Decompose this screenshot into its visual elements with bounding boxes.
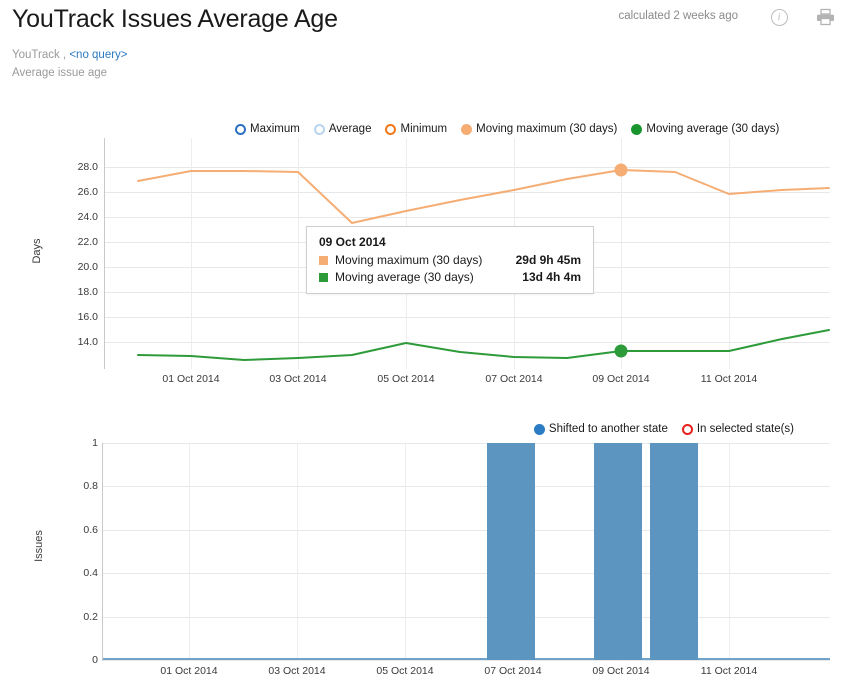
vgridline bbox=[297, 443, 298, 661]
legend-item-in-selected-states[interactable]: In selected state(s) bbox=[682, 424, 794, 436]
y-tick: 28.0 bbox=[58, 161, 98, 173]
y-tick: 20.0 bbox=[58, 261, 98, 273]
y-tick: 0.4 bbox=[58, 567, 98, 579]
breadcrumb: YouTrack , <no query> bbox=[12, 49, 128, 61]
page-header: YouTrack Issues Average Age calculated 2… bbox=[0, 0, 850, 45]
x-tick: 11 Oct 2014 bbox=[701, 665, 757, 677]
x-tick: 05 Oct 2014 bbox=[377, 373, 434, 385]
tooltip-date: 09 Oct 2014 bbox=[319, 235, 581, 249]
x-tick: 01 Oct 2014 bbox=[160, 665, 217, 677]
legend-label-in-selected: In selected state(s) bbox=[697, 424, 794, 436]
legend-label-moving-maximum: Moving maximum (30 days) bbox=[476, 124, 617, 136]
y-tick: 0.8 bbox=[58, 480, 98, 492]
line-chart-legend: Maximum Average Minimum Moving maximum (… bbox=[235, 124, 779, 136]
calculated-timestamp: calculated 2 weeks ago bbox=[618, 10, 738, 22]
tooltip-value: 29d 9h 45m bbox=[502, 253, 581, 267]
series-moving-maximum-line bbox=[138, 170, 829, 223]
average-age-line-chart: Maximum Average Minimum Moving maximum (… bbox=[0, 118, 850, 393]
report-page: YouTrack Issues Average Age calculated 2… bbox=[0, 0, 850, 700]
legend-label-minimum: Minimum bbox=[400, 124, 447, 136]
x-tick: 09 Oct 2014 bbox=[592, 665, 649, 677]
line-chart-x-axis: 01 Oct 2014 03 Oct 2014 05 Oct 2014 07 O… bbox=[105, 373, 830, 389]
legend-item-minimum[interactable]: Minimum bbox=[385, 124, 447, 136]
legend-marker-maximum-icon bbox=[235, 124, 246, 135]
vgridline bbox=[729, 443, 730, 661]
line-chart-plot-area: 09 Oct 2014 Moving maximum (30 days) 29d… bbox=[105, 138, 830, 369]
tooltip-value: 13d 4h 4m bbox=[508, 270, 581, 284]
printer-icon-glyph bbox=[816, 8, 835, 26]
tooltip-row: Moving maximum (30 days) 29d 9h 45m bbox=[319, 253, 581, 267]
gridline bbox=[103, 530, 830, 531]
bar-chart-plot-area bbox=[103, 443, 830, 661]
report-description: Average issue age bbox=[12, 67, 107, 79]
legend-item-average[interactable]: Average bbox=[314, 124, 372, 136]
series-moving-average-line bbox=[138, 330, 829, 360]
info-icon[interactable]: i bbox=[768, 6, 790, 28]
legend-marker-moving-maximum-icon bbox=[461, 124, 472, 135]
y-tick: 0 bbox=[58, 654, 98, 666]
bar[interactable] bbox=[487, 443, 535, 660]
bar[interactable] bbox=[650, 443, 698, 660]
chart-tooltip: 09 Oct 2014 Moving maximum (30 days) 29d… bbox=[306, 226, 594, 294]
legend-item-moving-average[interactable]: Moving average (30 days) bbox=[631, 124, 779, 136]
legend-marker-average-icon bbox=[314, 124, 325, 135]
x-tick: 03 Oct 2014 bbox=[269, 373, 326, 385]
y-tick: 0.2 bbox=[58, 611, 98, 623]
y-tick: 0.6 bbox=[58, 524, 98, 536]
y-tick: 26.0 bbox=[58, 186, 98, 198]
highlight-marker-moving-maximum[interactable] bbox=[615, 164, 628, 177]
x-tick: 09 Oct 2014 bbox=[592, 373, 649, 385]
legend-marker-shifted-icon bbox=[534, 424, 545, 435]
gridline bbox=[103, 486, 830, 487]
bar[interactable] bbox=[594, 443, 642, 660]
x-tick: 05 Oct 2014 bbox=[376, 665, 433, 677]
x-tick: 07 Oct 2014 bbox=[485, 373, 542, 385]
legend-label-shifted: Shifted to another state bbox=[549, 424, 668, 436]
bar-chart-legend: Shifted to another state In selected sta… bbox=[534, 424, 794, 436]
legend-label-maximum: Maximum bbox=[250, 124, 300, 136]
vgridline bbox=[189, 443, 190, 661]
vgridline bbox=[405, 443, 406, 661]
y-tick: 24.0 bbox=[58, 211, 98, 223]
tooltip-swatch-moving-maximum-icon bbox=[319, 256, 328, 265]
gridline bbox=[103, 573, 830, 574]
gridline bbox=[103, 443, 830, 444]
x-tick: 03 Oct 2014 bbox=[268, 665, 325, 677]
tooltip-label: Moving average (30 days) bbox=[335, 270, 474, 284]
y-tick: 16.0 bbox=[58, 311, 98, 323]
legend-marker-in-selected-icon bbox=[682, 424, 693, 435]
gridline bbox=[103, 617, 830, 618]
baseline-series bbox=[103, 658, 830, 660]
x-tick: 11 Oct 2014 bbox=[701, 373, 757, 385]
y-tick: 22.0 bbox=[58, 236, 98, 248]
line-chart-y-axis-title: Days bbox=[31, 211, 43, 291]
legend-item-maximum[interactable]: Maximum bbox=[235, 124, 300, 136]
tooltip-swatch-moving-average-icon bbox=[319, 273, 328, 282]
legend-marker-moving-average-icon bbox=[631, 124, 642, 135]
legend-marker-minimum-icon bbox=[385, 124, 396, 135]
x-tick: 07 Oct 2014 bbox=[484, 665, 541, 677]
issues-bar-chart: Shifted to another state In selected sta… bbox=[0, 420, 850, 700]
bar-chart-y-axis: 1 0.8 0.6 0.4 0.2 0 bbox=[58, 420, 98, 700]
legend-label-moving-average: Moving average (30 days) bbox=[646, 124, 779, 136]
bar-chart-x-axis: 01 Oct 2014 03 Oct 2014 05 Oct 2014 07 O… bbox=[103, 665, 830, 681]
line-chart-y-axis: 28.0 26.0 24.0 22.0 20.0 18.0 16.0 14.0 bbox=[58, 118, 98, 393]
page-title: YouTrack Issues Average Age bbox=[12, 5, 338, 34]
x-tick: 01 Oct 2014 bbox=[162, 373, 219, 385]
breadcrumb-source: YouTrack , bbox=[12, 49, 66, 61]
legend-label-average: Average bbox=[329, 124, 372, 136]
y-tick: 14.0 bbox=[58, 336, 98, 348]
legend-item-moving-maximum[interactable]: Moving maximum (30 days) bbox=[461, 124, 617, 136]
tooltip-row: Moving average (30 days) 13d 4h 4m bbox=[319, 270, 581, 284]
query-link[interactable]: <no query> bbox=[69, 49, 127, 61]
tooltip-label: Moving maximum (30 days) bbox=[335, 253, 482, 267]
legend-item-shifted-to-another-state[interactable]: Shifted to another state bbox=[534, 424, 668, 436]
printer-icon[interactable] bbox=[814, 6, 836, 28]
gridline bbox=[103, 660, 830, 661]
info-icon-glyph: i bbox=[771, 9, 788, 26]
bar-chart-y-axis-title: Issues bbox=[33, 506, 45, 586]
y-tick: 1 bbox=[58, 437, 98, 449]
highlight-marker-moving-average[interactable] bbox=[615, 345, 628, 358]
y-tick: 18.0 bbox=[58, 286, 98, 298]
